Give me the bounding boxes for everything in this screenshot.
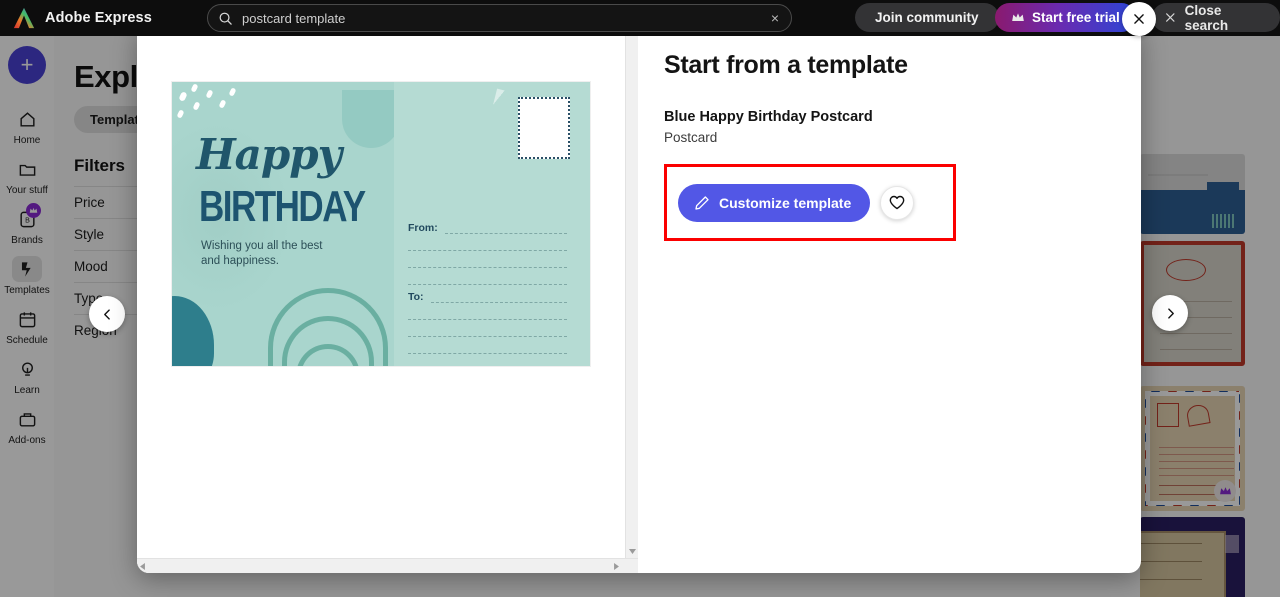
close-x-icon bbox=[1134, 14, 1144, 24]
postcard-subline-1: Wishing you all the best bbox=[201, 240, 323, 252]
heart-icon bbox=[889, 195, 905, 210]
customize-template-button[interactable]: Customize template bbox=[678, 183, 871, 222]
customize-template-label: Customize template bbox=[719, 194, 852, 211]
app-root: + Home Your stuff B Brands Templates Sch… bbox=[0, 0, 1280, 597]
postcard-stamp-box bbox=[518, 97, 570, 159]
template-detail-modal: Happy BIRTHDAY Wishing you all the best … bbox=[137, 25, 1141, 573]
favorite-button[interactable] bbox=[880, 185, 915, 220]
caret-down-icon bbox=[629, 549, 636, 554]
close-x-icon bbox=[1166, 13, 1175, 22]
template-preview-image[interactable]: Happy BIRTHDAY Wishing you all the best … bbox=[172, 82, 590, 366]
postcard-from-label: From: bbox=[408, 222, 438, 234]
scroll-right-button[interactable] bbox=[614, 557, 619, 573]
modal-heading: Start from a template bbox=[664, 51, 908, 79]
scroll-left-button[interactable] bbox=[140, 557, 145, 573]
template-name: Blue Happy Birthday Postcard bbox=[664, 109, 873, 125]
postcard-to-label: To: bbox=[408, 291, 424, 303]
crown-icon bbox=[1012, 13, 1024, 21]
carousel-next-button[interactable] bbox=[1152, 295, 1188, 331]
postcard-subline-2: and happiness. bbox=[201, 255, 280, 267]
cta-highlight-box: Customize template bbox=[664, 164, 956, 241]
search-input[interactable]: postcard template bbox=[242, 11, 769, 26]
brand[interactable]: Adobe Express bbox=[0, 7, 200, 29]
chevron-right-icon bbox=[1167, 307, 1174, 319]
search-bar[interactable]: postcard template × bbox=[207, 4, 792, 32]
start-free-trial-button[interactable]: Start free trial bbox=[995, 3, 1136, 32]
pencil-icon bbox=[695, 195, 709, 210]
postcard-front: Happy BIRTHDAY Wishing you all the best … bbox=[172, 82, 394, 366]
template-preview-pane: Happy BIRTHDAY Wishing you all the best … bbox=[137, 25, 638, 573]
brand-name: Adobe Express bbox=[45, 10, 152, 26]
caret-left-icon bbox=[140, 563, 145, 570]
postcard-back: From: To: bbox=[394, 82, 590, 366]
postcard-headline-happy: Happy bbox=[196, 130, 342, 179]
close-search-button[interactable]: Close search bbox=[1152, 2, 1280, 33]
scroll-down-button[interactable] bbox=[626, 545, 639, 558]
search-icon bbox=[219, 12, 232, 25]
caret-right-icon bbox=[614, 563, 619, 570]
postcard-headline-birthday: BIRTHDAY bbox=[199, 182, 366, 231]
template-detail-pane: Start from a template Blue Happy Birthda… bbox=[638, 25, 1141, 573]
carousel-prev-button[interactable] bbox=[89, 296, 125, 332]
start-free-trial-label: Start free trial bbox=[1032, 10, 1120, 25]
join-community-label: Join community bbox=[875, 10, 979, 25]
adobe-a-logo-icon bbox=[13, 7, 35, 29]
search-clear-button[interactable]: × bbox=[769, 11, 781, 25]
join-community-button[interactable]: Join community bbox=[855, 3, 999, 32]
preview-horizontal-scrollbar[interactable] bbox=[137, 558, 638, 573]
template-type: Postcard bbox=[664, 130, 718, 145]
top-bar: Adobe Express postcard template × Join c… bbox=[0, 0, 1280, 36]
preview-vertical-scrollbar[interactable] bbox=[625, 25, 638, 558]
modal-close-button[interactable] bbox=[1122, 2, 1156, 36]
close-search-label: Close search bbox=[1184, 2, 1229, 33]
chevron-left-icon bbox=[103, 308, 110, 320]
